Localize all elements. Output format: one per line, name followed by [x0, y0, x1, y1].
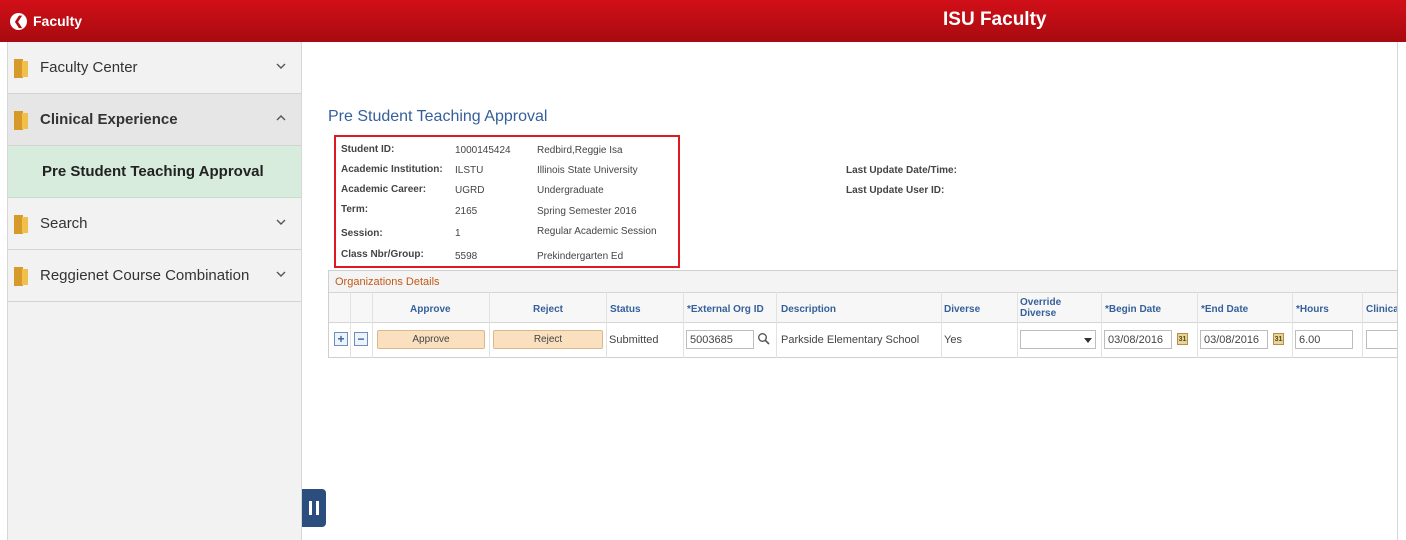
- minus-icon: −: [357, 332, 365, 346]
- header-bar: ❮ Faculty ISU Faculty: [0, 0, 1406, 42]
- student-id-label: Student ID:: [341, 144, 395, 155]
- column-header-external-org-id: *External Org ID: [687, 304, 764, 315]
- last-update-user-label: Last Update User ID:: [846, 185, 945, 196]
- column-header-reject: Reject: [533, 304, 564, 315]
- career-label: Academic Career:: [341, 184, 427, 195]
- add-row-button[interactable]: +: [334, 332, 348, 346]
- session-label: Session:: [341, 228, 383, 239]
- term-label: Term:: [341, 204, 369, 215]
- end-date-input[interactable]: 03/08/2016: [1200, 330, 1268, 349]
- institution-code-value: ILSTU: [455, 165, 484, 176]
- chevron-down-icon: [276, 63, 286, 69]
- grid-title: Organizations Details: [335, 276, 440, 288]
- search-icon[interactable]: [757, 332, 771, 346]
- column-header-override-diverse: Override Diverse: [1020, 297, 1062, 319]
- column-header-end-date: *End Date: [1201, 304, 1249, 315]
- begin-date-input[interactable]: 03/08/2016: [1104, 330, 1172, 349]
- sidebar-item-clinical-experience[interactable]: Clinical Experience: [8, 94, 301, 146]
- institution-label: Academic Institution:: [341, 164, 443, 175]
- sidebar: Faculty Center Clinical Experience Pre S…: [7, 42, 302, 540]
- career-name-value: Undergraduate: [537, 185, 604, 196]
- session-code-value: 1: [455, 228, 461, 239]
- sidebar-item-faculty-center[interactable]: Faculty Center: [8, 42, 301, 94]
- student-name-value: Redbird,Reggie Isa: [537, 145, 623, 156]
- approve-button[interactable]: Approve: [377, 330, 485, 349]
- sidebar-item-reggienet-course-combination[interactable]: Reggienet Course Combination: [8, 250, 301, 302]
- column-header-approve: Approve: [410, 304, 451, 315]
- folder-icon: [14, 215, 28, 234]
- folder-icon: [14, 267, 28, 286]
- calendar-icon[interactable]: 31: [1177, 333, 1188, 345]
- sidebar-item-search[interactable]: Search: [8, 198, 301, 250]
- class-nbr-value: 5598: [455, 251, 478, 262]
- description-value: Parkside Elementary School: [781, 334, 920, 346]
- sidebar-item-label: Clinical Experience: [40, 111, 178, 128]
- chevron-down-icon: [276, 271, 286, 277]
- grid-title-bar: Organizations Details: [329, 271, 1397, 293]
- column-header-description: Description: [781, 304, 837, 315]
- back-label: Faculty: [33, 13, 83, 29]
- sidebar-item-label: Reggienet Course Combination: [40, 267, 250, 284]
- sidebar-item-label: Search: [40, 215, 88, 232]
- sidebar-item-label: Faculty Center: [40, 59, 138, 76]
- sidebar-item-pre-student-teaching-approval[interactable]: Pre Student Teaching Approval: [8, 146, 301, 198]
- external-org-id-input[interactable]: 5003685: [686, 330, 754, 349]
- column-header-clinical: Clinical: [1366, 304, 1397, 315]
- pause-icon: [309, 501, 312, 515]
- page-title: Pre Student Teaching Approval: [328, 108, 548, 125]
- column-header-diverse: Diverse: [944, 304, 981, 315]
- class-nbr-label: Class Nbr/Group:: [341, 249, 424, 260]
- back-to-faculty-button[interactable]: ❮ Faculty: [10, 10, 82, 32]
- clinical-input[interactable]: [1366, 330, 1397, 349]
- term-code-value: 2165: [455, 206, 478, 217]
- chevron-left-icon: ❮: [10, 12, 27, 30]
- diverse-value: Yes: [944, 334, 962, 346]
- app-title: ISU Faculty: [943, 9, 1047, 30]
- chevron-up-icon: [276, 115, 286, 121]
- collapse-sidebar-button[interactable]: [302, 489, 326, 527]
- delete-row-button[interactable]: −: [354, 332, 368, 346]
- chevron-down-icon: [276, 219, 286, 225]
- folder-icon: [14, 59, 28, 78]
- career-code-value: UGRD: [455, 185, 485, 196]
- status-value: Submitted: [609, 334, 659, 346]
- reject-button[interactable]: Reject: [493, 330, 603, 349]
- sidebar-item-label: Pre Student Teaching Approval: [42, 163, 264, 180]
- column-header-hours: *Hours: [1296, 304, 1329, 315]
- class-name-value: Prekindergarten Ed: [537, 251, 624, 262]
- plus-icon: +: [337, 332, 345, 346]
- institution-name-value: Illinois State University: [537, 165, 638, 176]
- calendar-icon[interactable]: 31: [1273, 333, 1284, 345]
- session-name-value: Regular Academic Session: [537, 226, 657, 237]
- chevron-down-icon: [1084, 338, 1092, 343]
- folder-icon: [14, 111, 28, 130]
- student-id-value: 1000145424: [455, 145, 511, 156]
- last-update-datetime-label: Last Update Date/Time:: [846, 165, 957, 176]
- term-name-value: Spring Semester 2016: [537, 206, 637, 217]
- column-header-status: Status: [610, 304, 641, 315]
- column-header-begin-date: *Begin Date: [1105, 304, 1162, 315]
- hours-input[interactable]: 6.00: [1295, 330, 1353, 349]
